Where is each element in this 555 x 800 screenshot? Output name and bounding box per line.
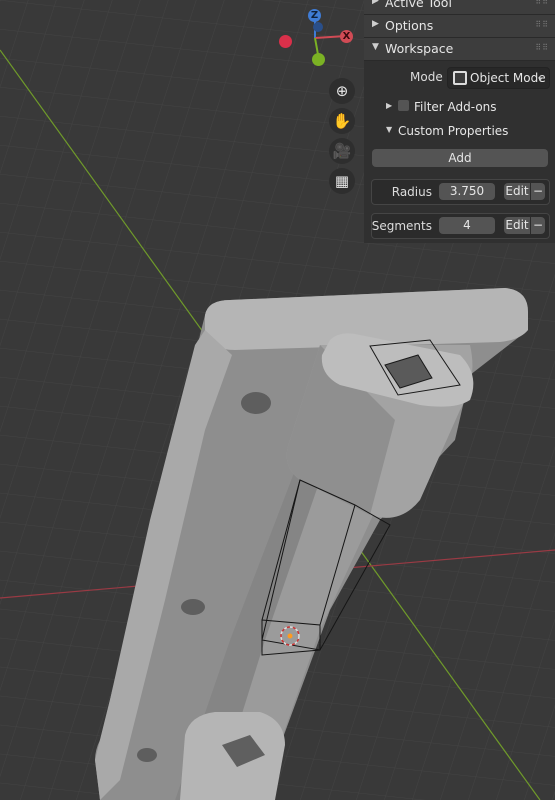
gizmo-neg-x-axis[interactable] — [279, 35, 292, 48]
section-label: Active Tool — [385, 0, 452, 10]
gizmo-neg-z-axis[interactable] — [313, 22, 323, 32]
bottom-hub — [180, 712, 285, 800]
section-options[interactable]: ▶ Options ⠿⠿ — [364, 15, 555, 38]
chevron-down-icon: ⌄ — [535, 70, 545, 83]
property-name: Segments — [371, 219, 432, 233]
chevron-right-icon: ▶ — [372, 0, 379, 6]
custom-properties-row[interactable]: ▼ Custom Properties — [364, 121, 555, 141]
chevron-right-icon: ▶ — [386, 101, 393, 110]
zoom-icon[interactable]: ⊕ — [329, 78, 355, 104]
object-mode-icon — [453, 71, 467, 85]
filter-addons-checkbox[interactable] — [398, 100, 409, 111]
chevron-down-icon: ▼ — [386, 125, 393, 134]
camera-icon[interactable]: 🎥 — [329, 138, 355, 164]
gizmo-z-axis[interactable]: Z — [308, 9, 321, 22]
sidebar-panel: ▶ Active Tool ⠿⠿ ▶ Options ⠿⠿ ▼ Workspac… — [364, 0, 555, 243]
section-workspace[interactable]: ▼ Workspace ⠿⠿ — [364, 38, 555, 61]
mode-label: Mode — [410, 70, 443, 84]
drag-grip-icon[interactable]: ⠿⠿ — [535, 43, 549, 52]
remove-property-button[interactable]: − — [531, 217, 545, 234]
custom-properties-label: Custom Properties — [398, 124, 509, 138]
chevron-down-icon: ▼ — [372, 42, 379, 52]
mode-value: Object Mode — [470, 71, 546, 85]
property-name: Radius — [391, 185, 432, 199]
filter-addons-row[interactable]: ▶ Filter Add-ons — [364, 97, 555, 117]
gizmo-y-axis[interactable] — [312, 53, 325, 66]
property-row-segments: Segments 4 Edit − — [371, 213, 550, 239]
add-property-button[interactable]: Add — [372, 149, 548, 167]
remove-property-button[interactable]: − — [531, 183, 545, 200]
section-label: Workspace — [385, 41, 454, 56]
property-row-radius: Radius 3.750 Edit − — [371, 179, 550, 205]
gizmo-x-axis[interactable]: X — [340, 30, 353, 43]
drag-grip-icon[interactable]: ⠿⠿ — [535, 0, 549, 6]
mode-dropdown[interactable]: Object Mode ⌄ — [447, 67, 550, 89]
edit-property-button[interactable]: Edit — [504, 217, 530, 234]
filter-addons-label: Filter Add-ons — [414, 100, 497, 114]
navigation-gizmo[interactable]: Z X — [270, 0, 360, 75]
mode-row: Mode Object Mode ⌄ — [364, 66, 555, 89]
perspective-grid-icon[interactable]: ▦ — [329, 168, 355, 194]
drag-grip-icon[interactable]: ⠿⠿ — [535, 20, 549, 29]
section-active-tool[interactable]: ▶ Active Tool ⠿⠿ — [364, 0, 555, 15]
chevron-right-icon: ▶ — [372, 19, 379, 29]
property-value-field[interactable]: 4 — [439, 217, 495, 234]
section-label: Options — [385, 18, 434, 33]
hand-pan-icon[interactable]: ✋ — [329, 108, 355, 134]
property-value-field[interactable]: 3.750 — [439, 183, 495, 200]
edit-property-button[interactable]: Edit — [504, 183, 530, 200]
